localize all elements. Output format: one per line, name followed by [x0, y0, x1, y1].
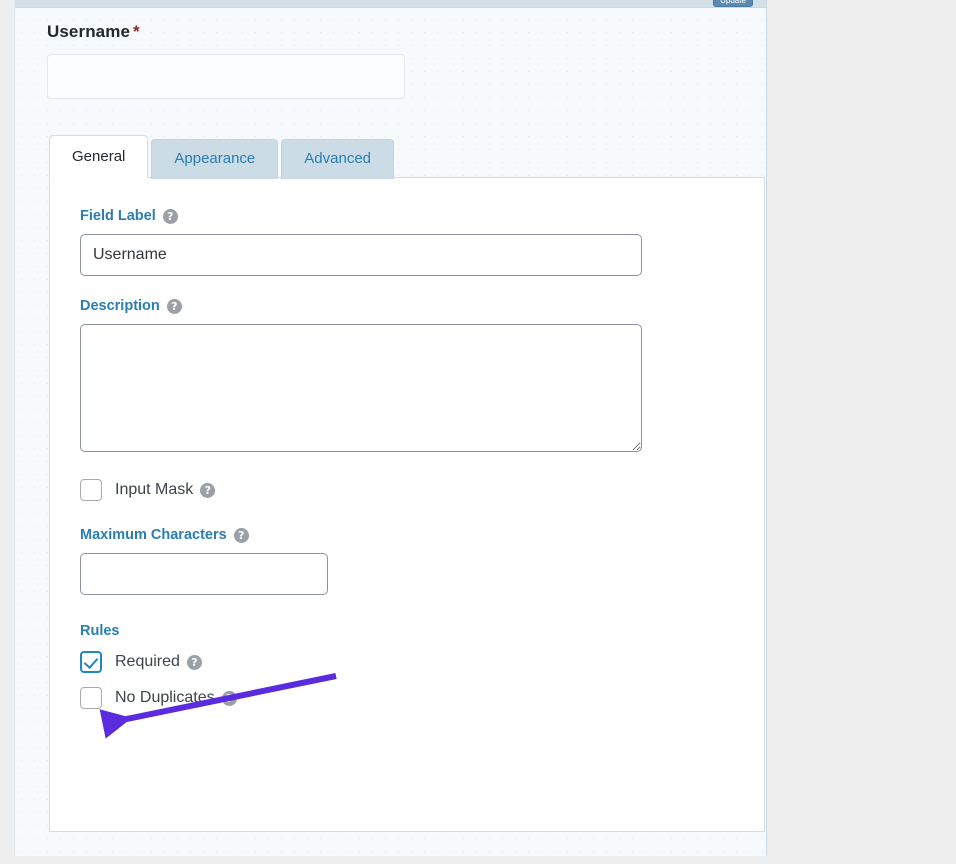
setting-description: Description ? [80, 298, 734, 457]
settings-tabs: General Appearance Advanced [49, 135, 766, 179]
description-label-text: Description [80, 298, 160, 314]
general-tab-panel: Field Label ? Description ? Input Mask ? [49, 177, 765, 832]
input-mask-label-text: Input Mask [115, 481, 194, 498]
help-icon[interactable]: ? [162, 208, 178, 224]
input-mask-checkbox[interactable] [80, 479, 102, 501]
maximum-characters-input[interactable] [80, 553, 328, 595]
required-asterisk: * [133, 22, 140, 41]
tab-general[interactable]: General [49, 135, 149, 178]
description-textarea[interactable] [80, 324, 642, 452]
required-label: Required ? [115, 653, 202, 671]
required-checkbox[interactable] [80, 651, 102, 673]
field-builder-panel: Update Username * General Appearance Adva… [14, 0, 767, 856]
field-label-input[interactable] [80, 234, 642, 276]
rule-no-duplicates-row[interactable]: No Duplicates ? [80, 687, 734, 709]
no-duplicates-label-text: No Duplicates [115, 689, 215, 706]
rule-required-row[interactable]: Required ? [80, 651, 734, 673]
rules-heading: Rules [80, 623, 120, 639]
tab-advanced[interactable]: Advanced [281, 139, 394, 179]
preview-field-label-text: Username [47, 22, 131, 41]
maximum-characters-label: Maximum Characters ? [80, 527, 734, 543]
setting-maximum-characters: Maximum Characters ? [80, 527, 734, 595]
help-icon[interactable]: ? [221, 690, 237, 706]
help-icon[interactable]: ? [186, 654, 202, 670]
required-label-text: Required [115, 653, 180, 670]
help-icon[interactable]: ? [200, 482, 216, 498]
help-icon[interactable]: ? [166, 298, 182, 314]
setting-field-label: Field Label ? [80, 208, 734, 276]
field-preview: Username * [15, 0, 766, 99]
preview-field-label: Username * [47, 22, 766, 42]
maximum-characters-label-text: Maximum Characters [80, 527, 227, 543]
input-mask-label: Input Mask ? [115, 481, 216, 499]
setting-input-mask[interactable]: Input Mask ? [80, 479, 734, 501]
field-label-label-text: Field Label [80, 208, 156, 224]
field-label-label: Field Label ? [80, 208, 734, 224]
update-button[interactable]: Update [713, 0, 753, 7]
no-duplicates-label: No Duplicates ? [115, 689, 237, 707]
description-label: Description ? [80, 298, 734, 314]
help-icon[interactable]: ? [233, 527, 249, 543]
setting-rules: Rules Required ? No Duplicates ? [80, 623, 734, 709]
preview-text-input[interactable] [47, 54, 405, 99]
tab-appearance[interactable]: Appearance [151, 139, 279, 179]
no-duplicates-checkbox[interactable] [80, 687, 102, 709]
builder-top-bar [15, 0, 766, 8]
